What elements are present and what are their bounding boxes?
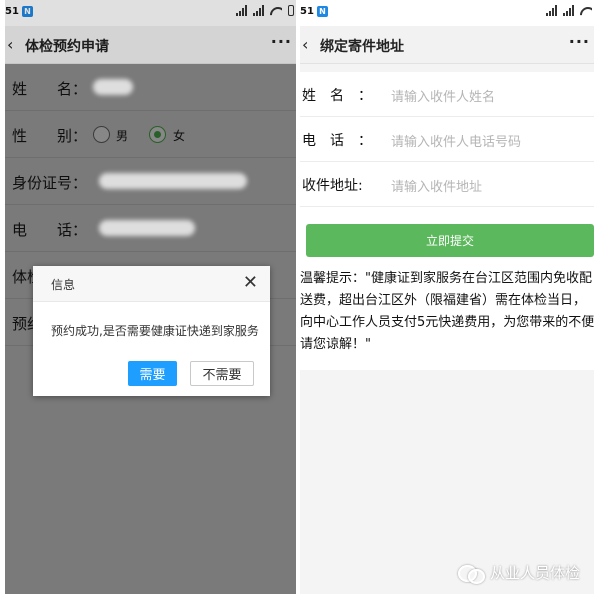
- dialog-title: 信息: [51, 278, 76, 292]
- recipient-phone-input[interactable]: 请输入收件人电话号码: [391, 131, 521, 150]
- recipient-name-input[interactable]: 请输入收件人姓名: [391, 86, 495, 105]
- wifi-icon: [580, 5, 592, 16]
- signal-icon: [546, 5, 557, 16]
- recipient-address-label: 收件地址:: [302, 178, 363, 194]
- signal-icon: [563, 5, 574, 16]
- watermark-text: 从业人员体检: [490, 564, 581, 582]
- dialog-message: 预约成功,是否需要健康证快递到家服务: [51, 324, 259, 338]
- info-dialog: 信息 ✕ 预约成功,是否需要健康证快递到家服务 需要 不需要: [33, 266, 270, 396]
- notification-badge-icon: N: [316, 6, 328, 17]
- notice-line: 温馨提示："健康证到家服务在台江区范围内免收配: [300, 271, 592, 286]
- back-icon[interactable]: ‹: [302, 35, 308, 54]
- left-phone-screen: 51 N ‹ 体检预约申请 ··· 姓 名： 性 别： 男 女 身份证号： 电 …: [5, 0, 296, 594]
- close-icon[interactable]: ✕: [243, 272, 258, 293]
- spacer: [300, 64, 594, 72]
- recipient-address-row[interactable]: 收件地址: 请输入收件地址: [300, 162, 594, 207]
- recipient-name-label: 姓 名 ：: [302, 88, 372, 104]
- recipient-address-input[interactable]: 请输入收件地址: [391, 176, 482, 195]
- need-button[interactable]: 需要: [128, 361, 177, 386]
- carrier-text: 51: [300, 6, 314, 17]
- dialog-header: 信息 ✕: [33, 266, 270, 302]
- notice-line: 向中心工作人员支付5元快递费用，为您带来的不便: [300, 315, 594, 330]
- no-need-button[interactable]: 不需要: [190, 361, 254, 386]
- recipient-name-row[interactable]: 姓 名 ： 请输入收件人姓名: [300, 72, 594, 117]
- right-phone-screen: 51 N ‹ 绑定寄件地址 ··· 姓 名 ： 请输入收件人姓名 电 话 ： 请…: [300, 0, 594, 594]
- notice-line: 请您谅解！": [300, 337, 371, 352]
- wechat-icon: [458, 564, 485, 584]
- status-bar: 51 N: [300, 0, 594, 26]
- more-icon[interactable]: ···: [569, 32, 590, 51]
- page-background: [300, 370, 594, 594]
- submit-button[interactable]: 立即提交: [306, 224, 594, 257]
- notice-line: 送费，超出台江区外（限福建省）需在体检当日，: [300, 293, 587, 308]
- watermark: 从业人员体检: [458, 562, 581, 584]
- notice-text: 温馨提示："健康证到家服务在台江区范围内免收配 送费，超出台江区外（限福建省）需在…: [300, 268, 594, 356]
- nav-bar: ‹ 绑定寄件地址 ···: [300, 26, 594, 64]
- recipient-phone-row[interactable]: 电 话 ： 请输入收件人电话号码: [300, 117, 594, 162]
- recipient-phone-label: 电 话 ：: [302, 133, 372, 149]
- page-title: 绑定寄件地址: [320, 39, 404, 55]
